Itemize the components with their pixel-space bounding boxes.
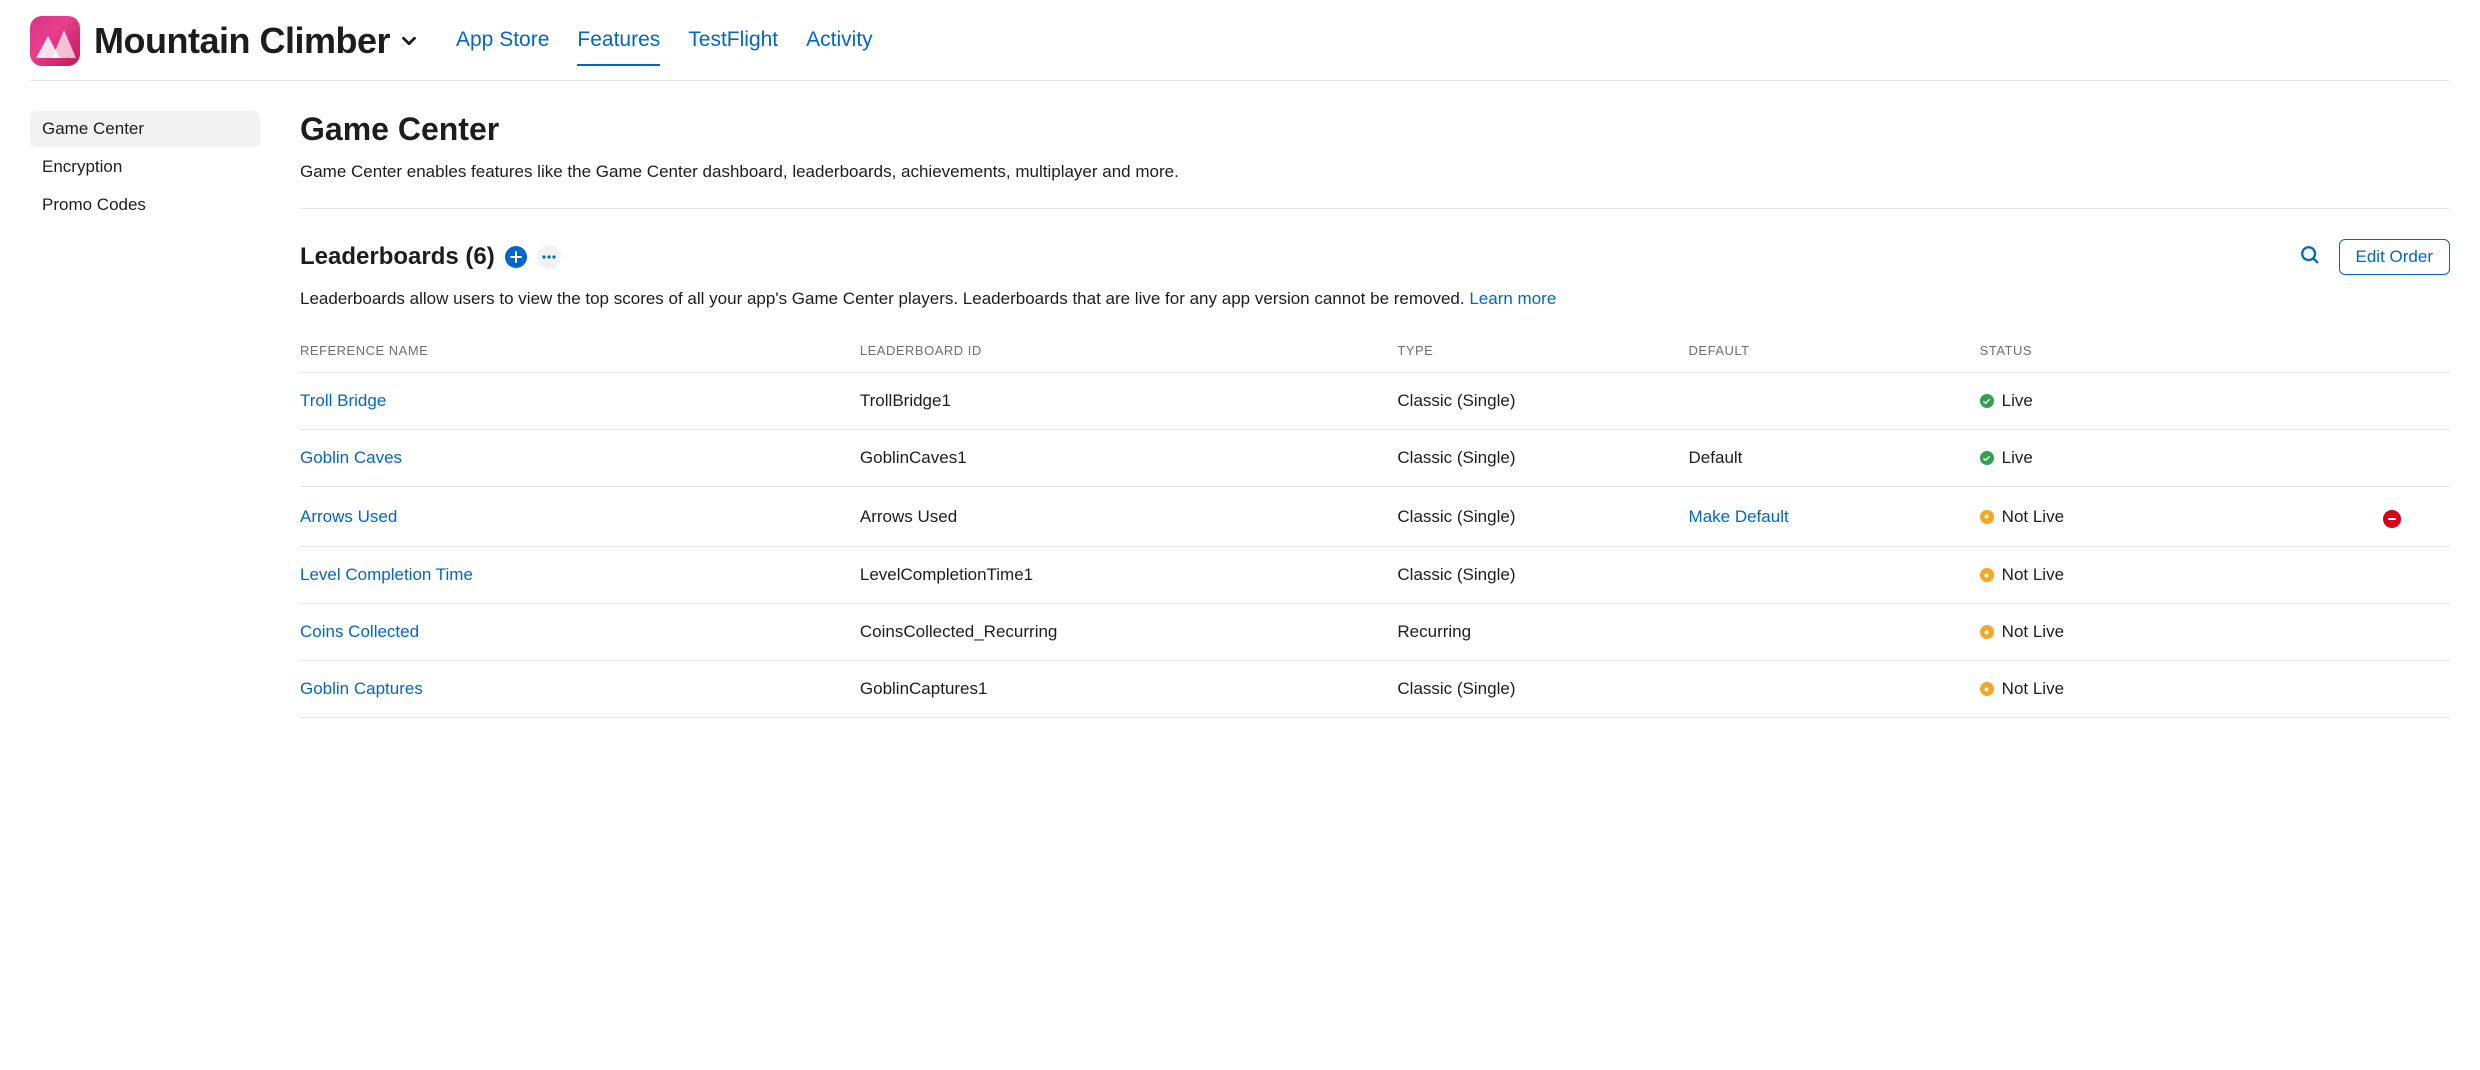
reference-name-link[interactable]: Troll Bridge — [300, 391, 386, 410]
header: Mountain Climber App Store Features TestFl… — [30, 10, 2450, 81]
reference-name-link[interactable]: Goblin Caves — [300, 448, 402, 467]
leaderboard-id: LevelCompletionTime1 — [860, 547, 1398, 604]
nav-tab-app-store[interactable]: App Store — [456, 16, 549, 66]
column-action — [2383, 329, 2450, 373]
reference-name-link[interactable]: Level Completion Time — [300, 565, 473, 584]
column-default: DEFAULT — [1689, 329, 1980, 373]
main-content: Game Center Game Center enables features… — [300, 111, 2450, 718]
add-leaderboard-button[interactable] — [505, 246, 527, 268]
status-indicator-icon — [1980, 394, 1994, 408]
leaderboard-id: GoblinCaves1 — [860, 430, 1398, 487]
reference-name-link[interactable]: Coins Collected — [300, 622, 419, 641]
sidebar: Game CenterEncryptionPromo Codes — [30, 111, 260, 718]
status-indicator-icon — [1980, 568, 1994, 582]
table-row: Coins Collected CoinsCollected_RecurringR… — [300, 604, 2450, 661]
leaderboard-id: CoinsCollected_Recurring — [860, 604, 1398, 661]
status-indicator-icon — [1980, 682, 1994, 696]
reference-name-link[interactable]: Goblin Captures — [300, 679, 423, 698]
leaderboard-type: Classic (Single) — [1397, 373, 1688, 430]
leaderboard-type: Classic (Single) — [1397, 547, 1688, 604]
divider — [300, 208, 2450, 209]
column-type: TYPE — [1397, 329, 1688, 373]
column-status: STATUS — [1980, 329, 2383, 373]
page-description: Game Center enables features like the Ga… — [300, 162, 2450, 182]
section-description-text: Leaderboards allow users to view the top… — [300, 289, 1469, 308]
more-options-button[interactable] — [537, 245, 561, 269]
default-label: Default — [1689, 448, 1743, 467]
status-text: Not Live — [2002, 565, 2064, 585]
status-text: Live — [2002, 448, 2033, 468]
table-row: Troll Bridge TrollBridge1Classic (Single)… — [300, 373, 2450, 430]
leaderboard-type: Classic (Single) — [1397, 661, 1688, 718]
chevron-down-icon — [398, 30, 420, 52]
table-row: Goblin Caves GoblinCaves1Classic (Single)… — [300, 430, 2450, 487]
app-icon — [30, 16, 80, 66]
table-row: Arrows UsedArrows UsedClassic (Single)Ma… — [300, 487, 2450, 547]
page-title: Game Center — [300, 111, 2450, 148]
remove-button[interactable] — [2383, 510, 2401, 528]
leaderboard-id: TrollBridge1 — [860, 373, 1398, 430]
status-indicator-icon — [1980, 625, 1994, 639]
nav-tabs: App Store Features TestFlight Activity — [456, 16, 873, 66]
leaderboards-table: REFERENCE NAME LEADERBOARD ID TYPE DEFAU… — [300, 329, 2450, 718]
edit-order-button[interactable]: Edit Order — [2339, 239, 2450, 275]
more-icon — [542, 255, 556, 259]
leaderboard-id: GoblinCaptures1 — [860, 661, 1398, 718]
status-text: Not Live — [2002, 507, 2064, 527]
leaderboard-type: Recurring — [1397, 604, 1688, 661]
search-button[interactable] — [2299, 244, 2321, 271]
leaderboard-type: Classic (Single) — [1397, 487, 1688, 547]
status-text: Not Live — [2002, 679, 2064, 699]
leaderboard-type: Classic (Single) — [1397, 430, 1688, 487]
table-row: Goblin Captures GoblinCaptures1Classic (S… — [300, 661, 2450, 718]
learn-more-link[interactable]: Learn more — [1469, 289, 1556, 308]
sidebar-item-game-center[interactable]: Game Center — [30, 111, 260, 147]
leaderboard-id: Arrows Used — [860, 487, 1398, 547]
section-description: Leaderboards allow users to view the top… — [300, 289, 2450, 309]
sidebar-item-promo-codes[interactable]: Promo Codes — [30, 187, 260, 223]
sidebar-item-encryption[interactable]: Encryption — [30, 149, 260, 185]
table-row: Level Completion Time LevelCompletionTime… — [300, 547, 2450, 604]
app-title: Mountain Climber — [94, 20, 390, 62]
nav-tab-testflight[interactable]: TestFlight — [688, 16, 778, 66]
status-text: Not Live — [2002, 622, 2064, 642]
section-header: Leaderboards (6) Edit Order — [300, 239, 2450, 275]
section-title: Leaderboards (6) — [300, 243, 495, 271]
column-reference-name: REFERENCE NAME — [300, 329, 860, 373]
plus-icon — [510, 251, 522, 263]
app-selector[interactable]: Mountain Climber — [94, 20, 420, 62]
status-text: Live — [2002, 391, 2033, 411]
nav-tab-features[interactable]: Features — [577, 16, 660, 66]
search-icon — [2299, 244, 2321, 266]
status-indicator-icon — [1980, 510, 1994, 524]
reference-name-link[interactable]: Arrows Used — [300, 507, 397, 526]
nav-tab-activity[interactable]: Activity — [806, 16, 873, 66]
make-default-link[interactable]: Make Default — [1689, 507, 1789, 526]
column-leaderboard-id: LEADERBOARD ID — [860, 329, 1398, 373]
status-indicator-icon — [1980, 451, 1994, 465]
